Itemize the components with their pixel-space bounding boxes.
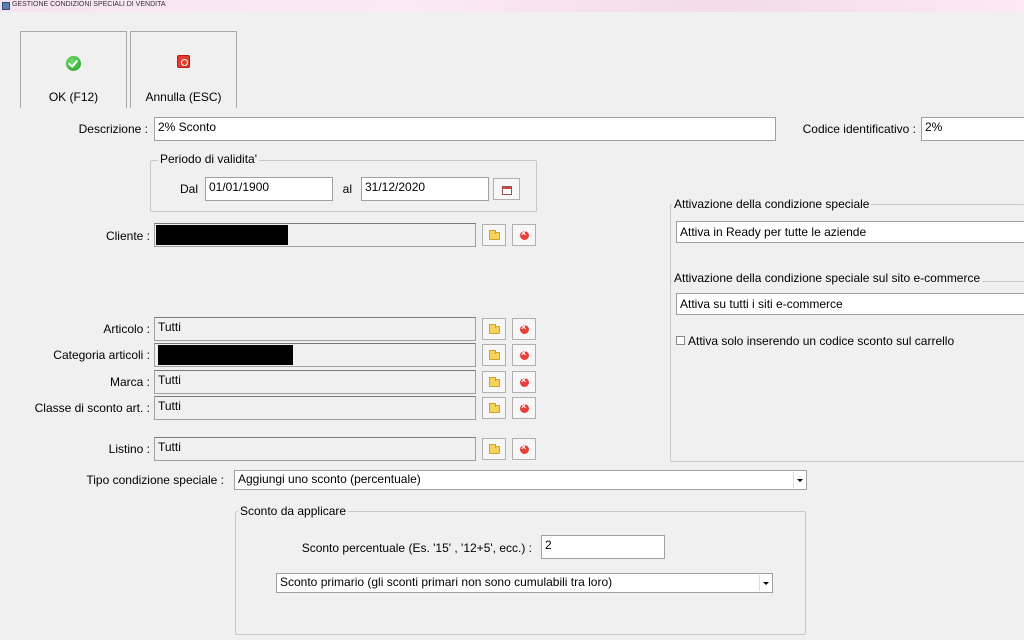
delete-icon: [520, 401, 529, 413]
checkmark-icon: [66, 56, 81, 71]
cliente-select-button[interactable]: [482, 224, 506, 246]
attivazione-ecommerce-title: Attivazione della condizione speciale su…: [672, 271, 983, 285]
delete-icon: [520, 442, 529, 454]
redacted-block: [158, 345, 293, 365]
tipo-condizione-value: Aggiungi uno sconto (percentuale): [238, 472, 421, 486]
folder-icon: [489, 444, 500, 454]
dal-label: Dal: [179, 182, 198, 196]
folder-icon: [489, 377, 500, 387]
articolo-field: Tutti: [154, 317, 476, 341]
marca-label: Marca :: [109, 375, 150, 389]
classe-select-button[interactable]: [482, 397, 506, 419]
calendar-icon: [502, 186, 512, 195]
al-label: al: [342, 182, 352, 196]
articolo-clear-button[interactable]: [512, 318, 536, 340]
redacted-block: [156, 225, 288, 245]
sconto-tipo-value: Sconto primario (gli sconti primari non …: [280, 575, 613, 589]
descrizione-label: Descrizione :: [78, 122, 148, 136]
sconto-title: Sconto da applicare: [238, 504, 349, 518]
power-icon: [177, 55, 190, 68]
articolo-label: Articolo :: [103, 322, 150, 336]
listino-select-button[interactable]: [482, 438, 506, 460]
descrizione-input[interactable]: 2% Sconto: [154, 117, 776, 141]
categoria-select-button[interactable]: [482, 344, 506, 366]
attivazione-ecommerce-select[interactable]: Attiva su tutti i siti e-commerce: [676, 293, 1024, 315]
categoria-clear-button[interactable]: [512, 344, 536, 366]
ok-button[interactable]: OK (F12): [20, 31, 127, 108]
classe-label: Classe di sconto art. :: [34, 401, 150, 415]
cliente-field: [154, 223, 476, 247]
marca-clear-button[interactable]: [512, 371, 536, 393]
sconto-tipo-select[interactable]: Sconto primario (gli sconti primari non …: [276, 573, 773, 593]
dal-date-input[interactable]: 01/01/1900: [205, 177, 333, 201]
listino-field: Tutti: [154, 437, 476, 461]
chevron-down-icon: [759, 575, 771, 591]
folder-icon: [489, 324, 500, 334]
folder-icon: [489, 350, 500, 360]
folder-icon: [489, 403, 500, 413]
app-icon: [2, 2, 10, 10]
window-title: GESTIONE CONDIZIONI SPECIALI DI VENDITA: [12, 1, 166, 8]
cliente-clear-button[interactable]: [512, 224, 536, 246]
periodo-title: Periodo di validita': [158, 152, 260, 166]
sconto-percentuale-input[interactable]: 2: [541, 535, 665, 559]
listino-label: Listino :: [108, 442, 150, 456]
delete-icon: [520, 375, 529, 387]
sconto-percentuale-label: Sconto percentuale (Es. '15' , '12+5', e…: [301, 541, 532, 555]
title-bar: GESTIONE CONDIZIONI SPECIALI DI VENDITA: [0, 0, 1024, 12]
tipo-condizione-select[interactable]: Aggiungi uno sconto (percentuale): [234, 470, 807, 490]
marca-field: Tutti: [154, 370, 476, 394]
attivazione-select[interactable]: Attiva in Ready per tutte le aziende: [676, 221, 1024, 243]
folder-icon: [489, 230, 500, 240]
delete-icon: [520, 322, 529, 334]
delete-icon: [520, 228, 529, 240]
listino-clear-button[interactable]: [512, 438, 536, 460]
classe-field: Tutti: [154, 396, 476, 420]
categoria-field: [154, 343, 476, 367]
codice-sconto-checkbox-label: Attiva solo inserendo un codice sconto s…: [688, 334, 955, 348]
marca-select-button[interactable]: [482, 371, 506, 393]
cancel-button[interactable]: Annulla (ESC): [130, 31, 237, 108]
cliente-label: Cliente :: [105, 229, 150, 243]
codice-input[interactable]: 2%: [921, 117, 1024, 141]
cancel-button-label: Annulla (ESC): [145, 90, 222, 104]
al-date-input[interactable]: 31/12/2020: [361, 177, 489, 201]
categoria-label: Categoria articoli :: [53, 348, 150, 362]
tipo-condizione-label: Tipo condizione speciale :: [86, 473, 224, 487]
codice-sconto-checkbox[interactable]: [676, 336, 685, 345]
codice-label: Codice identificativo :: [802, 122, 916, 136]
classe-clear-button[interactable]: [512, 397, 536, 419]
articolo-select-button[interactable]: [482, 318, 506, 340]
calendar-button[interactable]: [493, 178, 520, 200]
delete-icon: [520, 348, 529, 360]
chevron-down-icon: [793, 472, 805, 488]
attivazione-title: Attivazione della condizione speciale: [672, 197, 872, 211]
ok-button-label: OK (F12): [48, 90, 99, 104]
